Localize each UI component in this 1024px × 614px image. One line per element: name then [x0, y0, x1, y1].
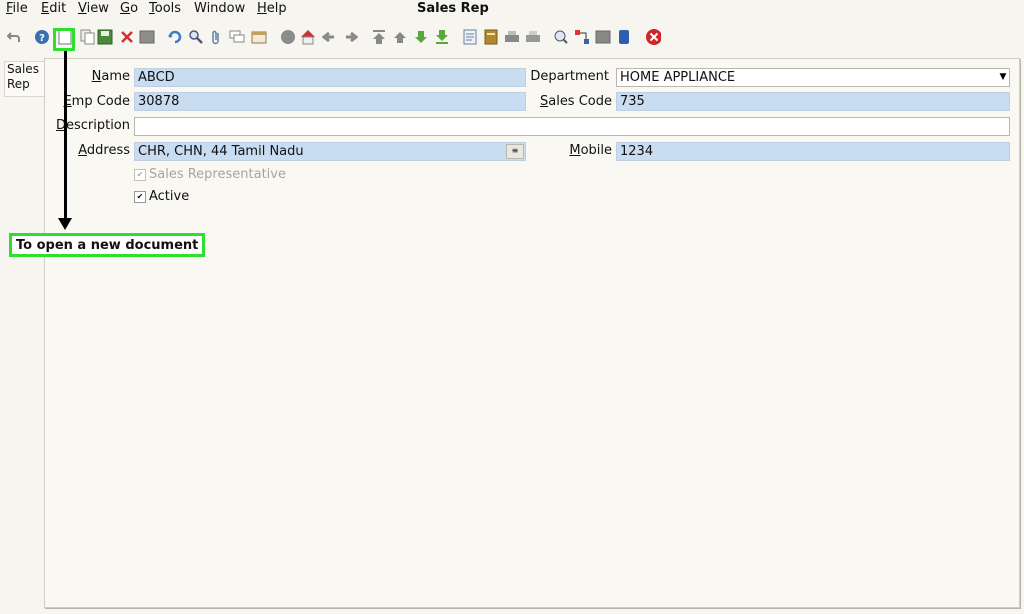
zoom-across-icon[interactable] [553, 29, 569, 45]
home-icon[interactable] [300, 29, 316, 45]
menu-file[interactable]: File [6, 1, 28, 16]
menu-go[interactable]: Go [120, 1, 138, 16]
window-title: Sales Rep [417, 1, 489, 16]
copy-record-icon[interactable] [80, 29, 96, 45]
last-record-icon[interactable] [434, 29, 450, 45]
department-select[interactable]: HOME APPLIANCE ▼ [616, 68, 1010, 87]
previous-icon[interactable] [321, 29, 337, 45]
tab-label-line1: Sales [7, 62, 39, 76]
sales-code-label: Sales Code [539, 94, 612, 109]
mobile-label: Mobile [569, 143, 612, 158]
workflow-icon[interactable] [574, 29, 590, 45]
description-label: Description [55, 118, 130, 133]
find-icon[interactable] [188, 29, 204, 45]
name-label: Name [91, 69, 130, 84]
delete-icon[interactable] [119, 29, 135, 45]
tab-label-line2: Rep [7, 77, 30, 91]
end-icon[interactable] [616, 29, 632, 45]
department-value: HOME APPLIANCE [620, 70, 736, 85]
active-checkbox[interactable]: ✔ Active [134, 189, 189, 204]
menu-window[interactable]: Window [194, 1, 245, 16]
history-icon[interactable] [251, 29, 267, 45]
print-preview-icon[interactable] [525, 29, 541, 45]
report-icon[interactable] [462, 29, 478, 45]
undo-icon[interactable] [6, 29, 22, 45]
chat-icon[interactable] [229, 29, 245, 45]
description-field[interactable] [134, 117, 1010, 136]
next-record-icon[interactable] [413, 29, 429, 45]
tab-strip: Sales Rep [0, 58, 45, 614]
annotation-label: To open a new document [9, 233, 206, 257]
ignore-icon[interactable] [139, 29, 155, 45]
svg-text:?: ? [39, 33, 45, 44]
next-icon[interactable] [343, 29, 359, 45]
menu-edit[interactable]: Edit [41, 1, 66, 16]
toolbar: ? [0, 22, 1024, 54]
save-icon[interactable] [97, 29, 113, 45]
menu-view[interactable]: View [78, 1, 109, 16]
address-field[interactable]: CHR, CHN, 44 Tamil Nadu ≡ [134, 142, 526, 161]
print-icon[interactable] [504, 29, 520, 45]
tab-sales-rep[interactable]: Sales Rep [4, 61, 45, 97]
sales-representative-checkbox: ✔ Sales Representative [134, 167, 286, 182]
menu-bar: File Edit View Go Tools Window Help Sale… [0, 0, 1024, 19]
address-value: CHR, CHN, 44 Tamil Nadu [138, 144, 304, 159]
form-panel [44, 58, 1020, 608]
refresh-icon[interactable] [167, 29, 183, 45]
requests-icon[interactable] [280, 29, 296, 45]
address-lookup-button[interactable]: ≡ [506, 144, 524, 159]
product-info-icon[interactable] [595, 29, 611, 45]
help-icon[interactable]: ? [34, 29, 50, 45]
address-label: Address [78, 143, 130, 158]
department-label: Department [530, 69, 609, 84]
mobile-field[interactable]: 1234 [616, 142, 1010, 161]
previous-record-icon[interactable] [392, 29, 408, 45]
checkbox-checked-icon[interactable]: ✔ [134, 190, 146, 203]
annotation-arrow-head-icon [58, 218, 72, 230]
annotation-arrow-line [64, 51, 67, 221]
menu-help[interactable]: Help [257, 1, 287, 16]
sales-code-field[interactable]: 735 [616, 92, 1010, 111]
sales-representative-label: Sales Representative [149, 167, 286, 182]
active-label: Active [149, 189, 190, 204]
emp-code-field[interactable]: 30878 [134, 92, 526, 111]
archive-icon[interactable] [483, 29, 499, 45]
chevron-down-icon[interactable]: ▼ [998, 70, 1008, 85]
checkbox-checked-icon: ✔ [134, 168, 146, 181]
menu-tools[interactable]: Tools [149, 1, 181, 16]
name-field[interactable]: ABCD [134, 68, 526, 87]
attachment-icon[interactable] [208, 29, 224, 45]
annotation-highlight-box [53, 28, 75, 51]
first-record-icon[interactable] [371, 29, 387, 45]
close-icon[interactable] [645, 29, 661, 45]
